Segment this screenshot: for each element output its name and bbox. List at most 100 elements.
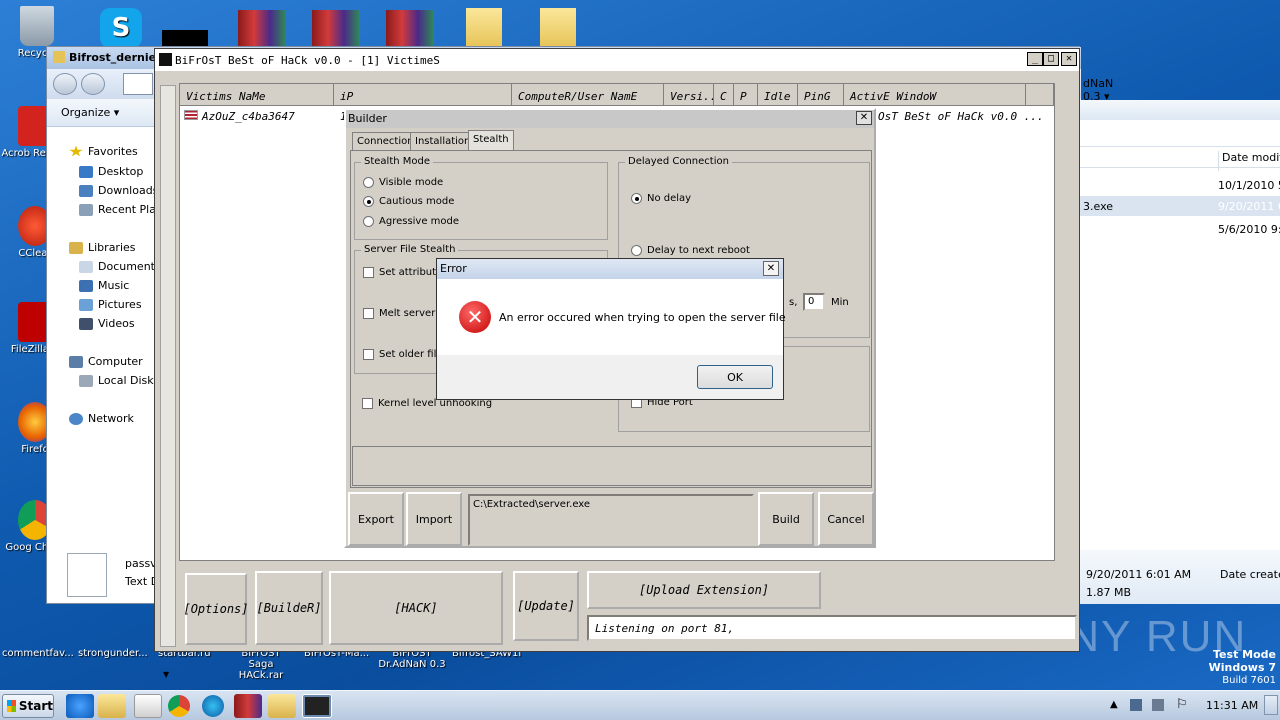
- export-button[interactable]: Export: [348, 492, 404, 546]
- close-button[interactable]: ✕: [856, 111, 872, 125]
- visible-mode-radio[interactable]: Visible mode: [363, 177, 443, 188]
- close-button[interactable]: ✕: [763, 261, 779, 276]
- sidebar-item-music[interactable]: Music: [79, 279, 129, 292]
- sidebar-item-desktop[interactable]: Desktop: [79, 165, 143, 178]
- explorer-taskbar-icon[interactable]: [268, 694, 296, 718]
- sidebar-item-downloads[interactable]: Downloads: [79, 184, 158, 197]
- windows-logo-icon: [7, 700, 16, 712]
- file-date: 9/20/2011 6: [1218, 200, 1280, 213]
- file-row[interactable]: 10/1/2010 5: [1080, 174, 1280, 194]
- column-header-computer-user[interactable]: ComputeR/User NamE: [512, 84, 664, 106]
- cancel-button[interactable]: Cancel: [818, 492, 874, 546]
- organize-button[interactable]: Organize ▾: [61, 106, 119, 119]
- tab-connection[interactable]: Connection: [352, 132, 419, 150]
- hack-button[interactable]: [HACK]: [329, 571, 503, 645]
- sidebar-item-documents[interactable]: Documents: [79, 260, 161, 273]
- column-header-version[interactable]: Versi...: [664, 84, 714, 106]
- skype-icon: S: [100, 8, 142, 48]
- file-row-selected[interactable]: 3.exe 9/20/2011 6: [1080, 196, 1280, 216]
- column-header-idle[interactable]: Idle: [758, 84, 798, 106]
- tray-expand-icon[interactable]: ▲: [1110, 699, 1118, 710]
- checkbox-indicator: [363, 308, 374, 319]
- scroll-down-icon[interactable]: ▼: [163, 670, 169, 679]
- upload-extension-button[interactable]: [Upload Extension]: [587, 571, 821, 609]
- builder-button[interactable]: [BuildeR]: [255, 571, 323, 645]
- edge-icon[interactable]: [202, 695, 224, 717]
- bifrost-titlebar[interactable]: BiFrOsT BeSt oF HaCk v0.0 - [1] VictimeS…: [155, 49, 1079, 71]
- black-app-icon[interactable]: [162, 30, 208, 46]
- build-button[interactable]: Build: [758, 492, 814, 546]
- chrome-icon[interactable]: [168, 695, 190, 717]
- star-icon: [69, 145, 83, 157]
- ok-button[interactable]: OK: [697, 365, 773, 389]
- checkbox-label: Melt server: [379, 308, 436, 319]
- winrar-archive-icon[interactable]: [386, 10, 434, 46]
- winrar-icon[interactable]: [234, 694, 262, 718]
- media-player-icon[interactable]: [134, 694, 162, 718]
- agressive-mode-radio[interactable]: Agressive mode: [363, 216, 459, 227]
- folder-icon[interactable]: [98, 694, 126, 718]
- sidebar-item-recent[interactable]: Recent Plac: [79, 203, 162, 216]
- back-button[interactable]: [53, 73, 77, 95]
- desktop-icon-label[interactable]: BIFrOST Saga HACk.rar: [228, 648, 294, 681]
- ie-icon[interactable]: [66, 694, 94, 718]
- sidebar-item-videos[interactable]: Videos: [79, 317, 135, 330]
- column-header-victim-name[interactable]: Victims NaMe: [180, 84, 334, 106]
- tray-icon[interactable]: [1130, 699, 1142, 711]
- minimize-button[interactable]: _: [1027, 52, 1043, 66]
- desktop-icon-label[interactable]: strongunder...: [78, 648, 148, 659]
- column-header-p[interactable]: P: [734, 84, 758, 106]
- tab-stealth[interactable]: Stealth: [468, 130, 514, 150]
- builder-titlebar[interactable]: Builder ✕: [346, 110, 874, 128]
- pictures-icon: [79, 298, 93, 311]
- options-button[interactable]: [Options]: [183, 573, 249, 645]
- tab-installation[interactable]: Installation: [410, 132, 476, 150]
- start-button[interactable]: Start: [2, 694, 54, 718]
- cautious-mode-radio[interactable]: Cautious mode: [363, 196, 454, 207]
- sidebar-item-network[interactable]: Network: [69, 412, 134, 425]
- close-button[interactable]: ✕: [1061, 52, 1077, 66]
- flag-icon[interactable]: ⚐: [1176, 697, 1188, 712]
- no-delay-radio[interactable]: No delay: [631, 193, 691, 204]
- winrar-archive-icon[interactable]: [312, 10, 360, 46]
- file-list-header: Date modifie: [1080, 146, 1280, 171]
- clock[interactable]: 11:31 AM: [1206, 699, 1258, 712]
- sidebar-item-local-disk[interactable]: Local Disk (: [79, 374, 161, 387]
- column-header-ping[interactable]: PinG: [798, 84, 844, 106]
- error-titlebar[interactable]: Error ✕: [437, 259, 783, 279]
- network-tray-icon[interactable]: [1152, 699, 1164, 711]
- sidebar-item-favorites[interactable]: Favorites: [69, 145, 138, 158]
- update-button[interactable]: [Update]: [513, 571, 579, 641]
- folder-icon[interactable]: [466, 8, 502, 48]
- column-header-ip[interactable]: iP: [334, 84, 512, 106]
- minutes-input[interactable]: 0: [803, 293, 825, 311]
- bifrost-taskbar-icon[interactable]: [302, 694, 332, 718]
- radio-indicator: [363, 196, 374, 207]
- show-desktop-button[interactable]: [1264, 695, 1278, 715]
- forward-button[interactable]: [81, 73, 105, 95]
- folder-icon[interactable]: [540, 8, 576, 48]
- maximize-button[interactable]: □: [1043, 52, 1059, 66]
- column-header-active-window[interactable]: ActivE WindoW: [844, 84, 1026, 106]
- winrar-archive-icon[interactable]: [238, 10, 286, 46]
- sidebar-item-pictures[interactable]: Pictures: [79, 298, 142, 311]
- desktop-icon-label[interactable]: commentfav...: [2, 648, 74, 659]
- vertical-scrollbar[interactable]: ▼: [160, 85, 176, 679]
- radio-indicator: [631, 193, 642, 204]
- address-bar[interactable]: [123, 73, 153, 95]
- melt-server-checkbox[interactable]: Melt server: [363, 308, 435, 319]
- minutes-label: Min: [831, 297, 849, 308]
- empty-panel: [352, 446, 872, 486]
- server-path-field[interactable]: C:\Extracted\server.exe: [468, 494, 754, 546]
- file-row[interactable]: 5/6/2010 9:: [1080, 218, 1280, 238]
- column-header-c[interactable]: C: [714, 84, 734, 106]
- delay-next-reboot-radio[interactable]: Delay to next reboot: [631, 245, 750, 256]
- import-button[interactable]: Import: [406, 492, 462, 546]
- sidebar-item-libraries[interactable]: Libraries: [69, 241, 136, 254]
- desktop-icon-skype[interactable]: S: [86, 8, 156, 50]
- date-modified-column[interactable]: Date modifie: [1218, 151, 1280, 171]
- test-mode-line: Build 7601: [1222, 675, 1276, 686]
- sidebar-item-label: Downloads: [98, 184, 159, 197]
- sidebar-item-computer[interactable]: Computer: [69, 355, 143, 368]
- file-name: 3.exe: [1083, 200, 1114, 213]
